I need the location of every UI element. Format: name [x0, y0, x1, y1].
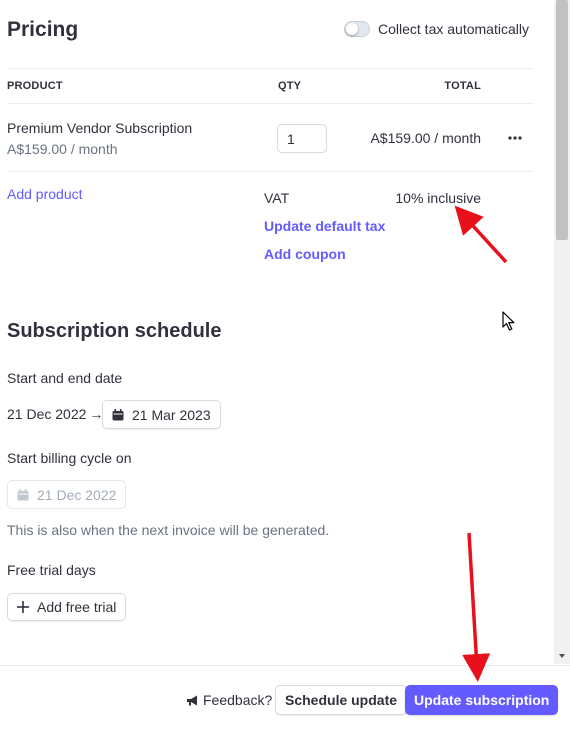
- start-end-date-label: Start and end date: [7, 370, 123, 386]
- divider: [7, 103, 534, 104]
- end-date-picker[interactable]: 21 Mar 2023: [102, 400, 221, 429]
- billing-cycle-date-picker: 21 Dec 2022: [7, 480, 127, 509]
- more-actions-button[interactable]: [505, 128, 525, 148]
- billing-cycle-date-text: 21 Dec 2022: [37, 486, 117, 503]
- divider: [7, 171, 534, 172]
- section-title-subscription-schedule: Subscription schedule: [7, 320, 222, 342]
- free-trial-label: Free trial days: [7, 562, 96, 578]
- billing-helper-text: This is also when the next invoice will …: [7, 522, 330, 538]
- tax-value: 10% inclusive: [395, 190, 481, 206]
- billing-cycle-label: Start billing cycle on: [7, 450, 132, 466]
- collect-tax-toggle[interactable]: Collect tax automatically: [344, 21, 529, 37]
- scrollbar-thumb[interactable]: [556, 0, 568, 240]
- feedback-link[interactable]: Feedback?: [186, 692, 272, 708]
- calendar-icon: [17, 488, 29, 500]
- collect-tax-label: Collect tax automatically: [378, 21, 529, 37]
- start-date-text: 21 Dec 2022: [7, 406, 87, 422]
- line-item-product-name: Premium Vendor Subscription: [7, 120, 193, 136]
- megaphone-icon: [187, 695, 197, 705]
- end-date-text: 21 Mar 2023: [132, 406, 211, 423]
- update-default-tax-link[interactable]: Update default tax: [264, 218, 385, 234]
- update-subscription-button[interactable]: Update subscription: [405, 685, 559, 715]
- feedback-label: Feedback?: [203, 692, 273, 708]
- plus-icon: [17, 601, 29, 613]
- divider: [7, 68, 534, 69]
- toggle-knob: [346, 23, 358, 35]
- mouse-cursor-icon: [502, 311, 515, 331]
- tax-label: VAT: [264, 190, 290, 206]
- annotation-arrow-vat: [454, 205, 508, 264]
- line-item-unit-price: A$159.00 / month: [7, 141, 118, 157]
- toggle-switch[interactable]: [344, 21, 370, 37]
- column-header-total: TOTAL: [444, 80, 481, 92]
- add-coupon-link[interactable]: Add coupon: [264, 246, 346, 262]
- page-title: Pricing: [7, 18, 79, 41]
- add-free-trial-button[interactable]: Add free trial: [7, 593, 127, 621]
- schedule-update-button[interactable]: Schedule update: [275, 685, 408, 715]
- column-header-qty: QTY: [278, 80, 302, 92]
- add-product-link[interactable]: Add product: [7, 186, 83, 202]
- quantity-input[interactable]: [277, 124, 327, 153]
- line-item-total: A$159.00 / month: [370, 130, 481, 146]
- ellipsis-icon: [508, 136, 522, 140]
- annotation-arrow-update: [462, 532, 491, 682]
- add-free-trial-label: Add free trial: [37, 599, 117, 615]
- calendar-icon: [112, 408, 124, 420]
- column-header-product: PRODUCT: [7, 80, 63, 92]
- start-date: 21 Dec 2022 →: [7, 406, 103, 422]
- scroll-down-arrow-icon[interactable]: [556, 650, 568, 662]
